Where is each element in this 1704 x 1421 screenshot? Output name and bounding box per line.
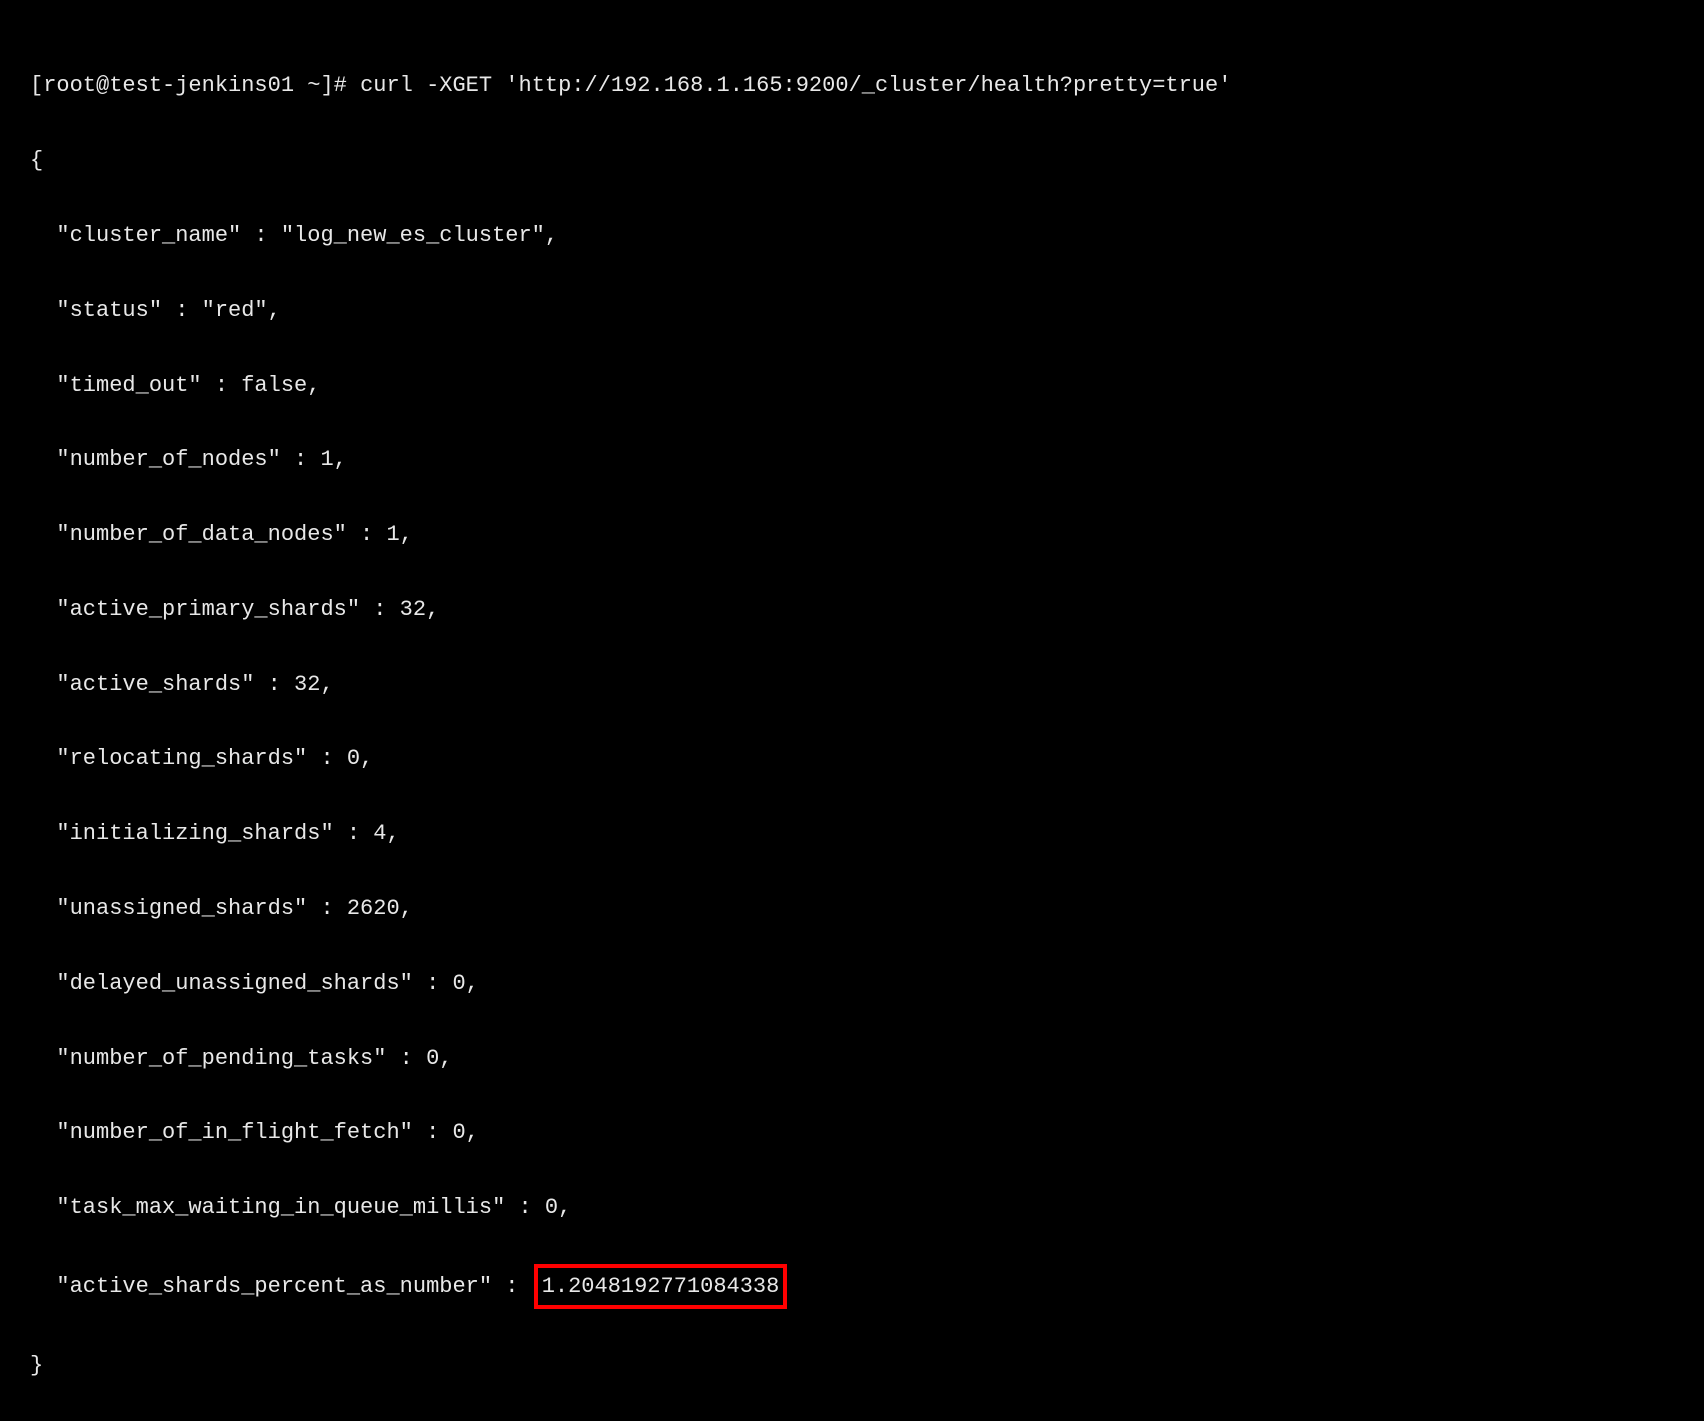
json-field-number-of-nodes: "number_of_nodes" : 1, (30, 441, 1674, 478)
highlighted-value-box: 1.2048192771084338 (534, 1264, 788, 1309)
json-field-number-of-in-flight-fetch: "number_of_in_flight_fetch" : 0, (30, 1114, 1674, 1151)
json-open-brace: { (30, 142, 1674, 179)
json-field-active-shards-percent: "active_shards_percent_as_number" : 1.20… (30, 1264, 1674, 1309)
curl-command: curl -XGET 'http://192.168.1.165:9200/_c… (360, 73, 1231, 98)
json-field-task-max-waiting: "task_max_waiting_in_queue_millis" : 0, (30, 1189, 1674, 1226)
json-field-active-shards: "active_shards" : 32, (30, 666, 1674, 703)
json-close-brace: } (30, 1347, 1674, 1384)
json-field-initializing-shards: "initializing_shards" : 4, (30, 815, 1674, 852)
json-field-active-primary-shards: "active_primary_shards" : 32, (30, 591, 1674, 628)
json-field-status: "status" : "red", (30, 292, 1674, 329)
command-line: [root@test-jenkins01 ~]# curl -XGET 'htt… (30, 67, 1674, 104)
json-field-cluster-name: "cluster_name" : "log_new_es_cluster", (30, 217, 1674, 254)
json-field-timed-out: "timed_out" : false, (30, 367, 1674, 404)
json-field-unassigned-shards: "unassigned_shards" : 2620, (30, 890, 1674, 927)
json-field-delayed-unassigned-shards: "delayed_unassigned_shards" : 0, (30, 965, 1674, 1002)
terminal-output[interactable]: [root@test-jenkins01 ~]# curl -XGET 'htt… (30, 30, 1674, 1421)
json-field-relocating-shards: "relocating_shards" : 0, (30, 740, 1674, 777)
json-field-number-of-pending-tasks: "number_of_pending_tasks" : 0, (30, 1040, 1674, 1077)
json-field-number-of-data-nodes: "number_of_data_nodes" : 1, (30, 516, 1674, 553)
active-shards-percent-label: "active_shards_percent_as_number" : (30, 1274, 532, 1299)
shell-prompt: [root@test-jenkins01 ~]# (30, 73, 360, 98)
active-shards-percent-value: 1.2048192771084338 (542, 1274, 780, 1299)
